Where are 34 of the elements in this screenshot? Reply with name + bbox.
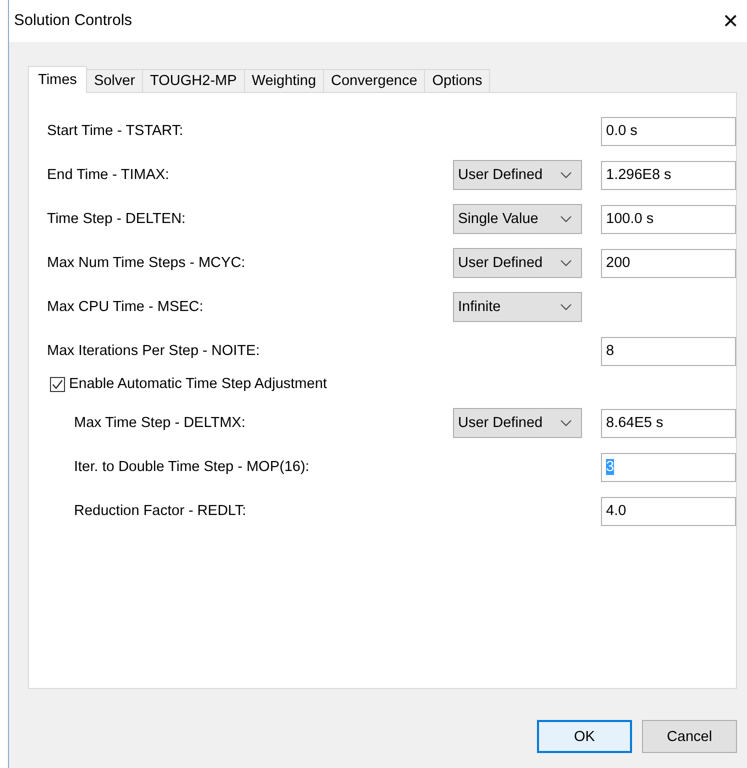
field-label: Reduction Factor - REDLT:	[74, 503, 248, 519]
dropdown[interactable]: Infinite	[453, 292, 582, 322]
chevron-icon	[560, 259, 572, 267]
field-label: Start Time - TSTART:	[47, 123, 184, 139]
field-label: Max Time Step - DELTMX:	[74, 415, 246, 431]
dropdown[interactable]: Single Value	[453, 204, 582, 234]
chevron-icon	[560, 171, 572, 179]
dropdown[interactable]: User Defined	[453, 408, 582, 438]
field-label: Iter. to Double Time Step - MOP(16):	[74, 459, 310, 475]
input-field[interactable]: 1.296E8 s	[601, 160, 736, 190]
input-field[interactable]: 200	[601, 248, 736, 278]
chevron-icon	[560, 215, 572, 223]
field-label: End Time - TIMAX:	[47, 167, 170, 183]
field-label: Time Step - DELTEN:	[47, 211, 187, 227]
dialog-button[interactable]: OK	[537, 720, 632, 753]
window-title: Solution Controls	[14, 12, 132, 30]
input-field[interactable]: 0.0 s	[601, 116, 736, 146]
checkbox[interactable]	[50, 376, 65, 392]
input-field[interactable]: 8	[601, 336, 736, 366]
field-label: Max Iterations Per Step - NOITE:	[47, 343, 261, 359]
field-label: Max CPU Time - MSEC:	[47, 299, 204, 315]
chevron-icon	[560, 419, 572, 427]
close-button[interactable]: ✕	[716, 9, 745, 33]
tab[interactable]: Options	[424, 69, 490, 92]
checkbox-label: Enable Automatic Time Step Adjustment	[69, 376, 327, 392]
input-field[interactable]: 100.0 s	[601, 204, 736, 234]
dropdown[interactable]: User Defined	[453, 160, 582, 190]
tab[interactable]: Times	[28, 66, 87, 93]
input-field[interactable]: 4.0	[601, 496, 736, 526]
input-field[interactable]: 8.64E5 s	[601, 408, 736, 438]
dialog-button[interactable]: Cancel	[642, 720, 737, 753]
field-label: Max Num Time Steps - MCYC:	[47, 255, 246, 271]
chevron-icon	[560, 303, 572, 311]
dropdown[interactable]: User Defined	[453, 248, 582, 278]
